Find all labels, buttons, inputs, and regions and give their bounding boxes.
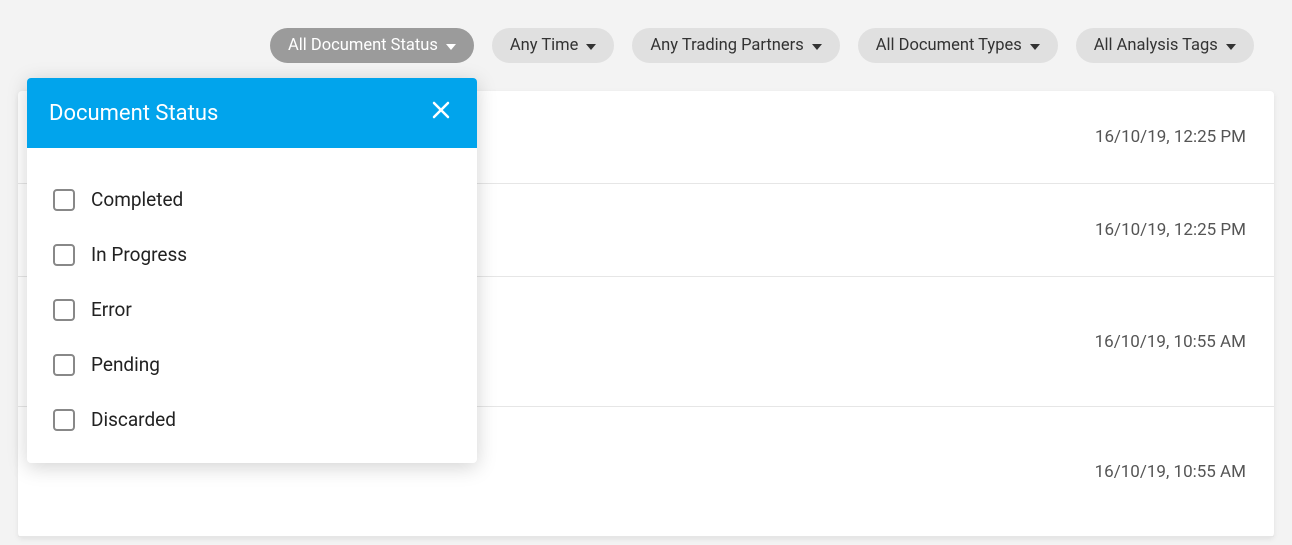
filter-label: All Analysis Tags xyxy=(1094,36,1218,55)
filter-analysis-tags[interactable]: All Analysis Tags xyxy=(1076,28,1254,63)
option-label: Error xyxy=(91,298,132,321)
option-pending[interactable]: Pending xyxy=(27,337,477,392)
option-error[interactable]: Error xyxy=(27,282,477,337)
option-list: Completed In Progress Error Pending Disc… xyxy=(27,148,477,463)
option-label: Completed xyxy=(91,188,183,211)
row-timestamp: 16/10/19, 12:25 PM xyxy=(1095,220,1246,240)
caret-down-icon xyxy=(812,36,822,55)
filter-document-status[interactable]: All Document Status xyxy=(270,28,474,63)
option-label: Pending xyxy=(91,353,160,376)
caret-down-icon xyxy=(586,36,596,55)
option-label: Discarded xyxy=(91,408,176,431)
row-timestamp: 16/10/19, 12:25 PM xyxy=(1095,127,1246,147)
filter-document-types[interactable]: All Document Types xyxy=(858,28,1058,63)
row-timestamp: 16/10/19, 10:55 AM xyxy=(1095,462,1246,482)
caret-down-icon xyxy=(1226,36,1236,55)
caret-down-icon xyxy=(446,36,456,55)
option-discarded[interactable]: Discarded xyxy=(27,392,477,447)
dropdown-title: Document Status xyxy=(49,101,218,126)
close-button[interactable] xyxy=(427,96,455,130)
checkbox-icon[interactable] xyxy=(53,244,75,266)
filter-label: Any Trading Partners xyxy=(650,36,803,55)
checkbox-icon[interactable] xyxy=(53,189,75,211)
row-timestamp: 16/10/19, 10:55 AM xyxy=(1095,332,1246,352)
close-icon xyxy=(431,100,451,120)
checkbox-icon[interactable] xyxy=(53,409,75,431)
option-in-progress[interactable]: In Progress xyxy=(27,227,477,282)
filter-trading-partners[interactable]: Any Trading Partners xyxy=(632,28,839,63)
filter-time[interactable]: Any Time xyxy=(492,28,615,63)
caret-down-icon xyxy=(1030,36,1040,55)
checkbox-icon[interactable] xyxy=(53,354,75,376)
filter-label: Any Time xyxy=(510,36,579,55)
checkbox-icon[interactable] xyxy=(53,299,75,321)
option-label: In Progress xyxy=(91,243,187,266)
document-status-dropdown: Document Status Completed In Progress Er… xyxy=(27,78,477,463)
dropdown-header: Document Status xyxy=(27,78,477,148)
option-completed[interactable]: Completed xyxy=(27,172,477,227)
filter-label: All Document Status xyxy=(288,36,438,55)
filter-label: All Document Types xyxy=(876,36,1022,55)
